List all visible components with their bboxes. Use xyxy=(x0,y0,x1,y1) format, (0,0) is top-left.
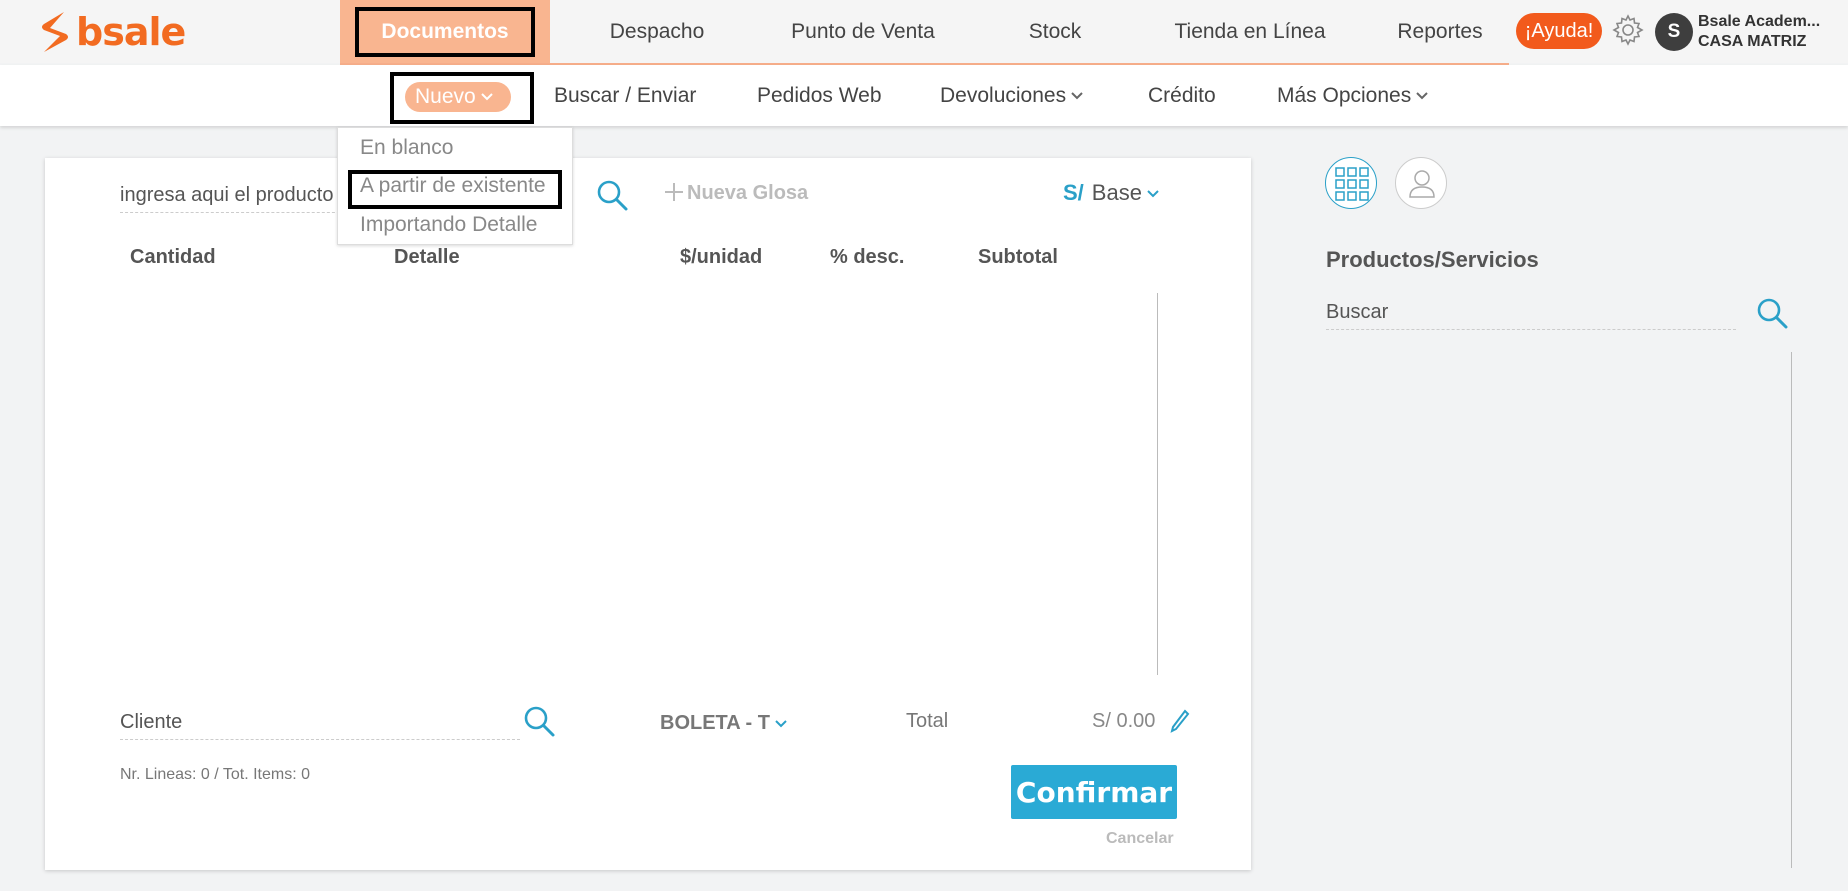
menu-item-a-partir-de-existente[interactable]: A partir de existente xyxy=(360,174,546,198)
chevron-down-icon xyxy=(1071,92,1083,100)
brand-logo[interactable]: bsale xyxy=(38,10,186,54)
search-icon[interactable] xyxy=(522,704,556,738)
avatar[interactable]: S xyxy=(1655,13,1693,51)
grid-view-button[interactable] xyxy=(1325,157,1377,209)
sub-nav-buscar-enviar[interactable]: Buscar / Enviar xyxy=(554,65,696,126)
new-glosa-button[interactable]: Nueva Glosa xyxy=(663,178,808,208)
main-nav: Documentos Despacho Punto de Venta Stock… xyxy=(340,0,1509,65)
sub-nav-mas-opciones[interactable]: Más Opciones xyxy=(1277,65,1429,126)
lines-info: Nr. Lineas: 0 / Tot. Items: 0 xyxy=(120,766,311,783)
product-search-input[interactable] xyxy=(120,179,345,213)
sub-nav: Nuevo Buscar / Enviar Pedidos Web Devolu… xyxy=(0,65,1848,126)
sub-nav-nuevo-label: Nuevo xyxy=(415,85,476,108)
price-list-label: Base xyxy=(1091,180,1142,205)
chevron-down-icon xyxy=(480,93,493,101)
sub-nav-mas-opciones-label: Más Opciones xyxy=(1277,84,1412,107)
products-services-title: Productos/Servicios xyxy=(1326,247,1539,272)
client-search-input[interactable] xyxy=(120,706,520,740)
document-panel: Nueva Glosa S/Base Cantidad Detalle $/un… xyxy=(45,158,1251,870)
sub-nav-devoluciones-label: Devoluciones xyxy=(940,84,1067,107)
chevron-down-icon xyxy=(1416,92,1428,100)
column-header-subtotal: Subtotal xyxy=(978,246,1058,268)
top-bar: bsale Documentos Despacho Punto de Venta… xyxy=(0,0,1848,65)
sub-nav-nuevo[interactable]: Nuevo xyxy=(390,72,534,124)
menu-item-importando-detalle[interactable]: Importando Detalle xyxy=(360,213,537,237)
brand-name: bsale xyxy=(76,10,186,54)
sub-nav-credito[interactable]: Crédito xyxy=(1148,65,1216,126)
help-button[interactable]: ¡Ayuda! xyxy=(1516,13,1602,49)
document-type-selector[interactable]: BOLETA - T xyxy=(660,712,788,735)
search-icon[interactable] xyxy=(595,178,629,212)
column-header-descuento: % desc. xyxy=(830,246,905,268)
cancel-link[interactable]: Cancelar xyxy=(1106,830,1174,848)
nuevo-pill[interactable]: Nuevo xyxy=(405,82,511,112)
branch-name: CASA MATRIZ xyxy=(1698,33,1807,50)
column-header-cantidad: Cantidad xyxy=(130,246,216,268)
main-nav-despacho[interactable]: Despacho xyxy=(562,0,752,63)
user-icon xyxy=(1409,170,1435,198)
account-name: Bsale Academ... xyxy=(1698,13,1821,30)
main-nav-tienda-en-linea[interactable]: Tienda en Línea xyxy=(1130,0,1370,63)
main-nav-stock[interactable]: Stock xyxy=(990,0,1120,63)
sub-nav-pedidos-web[interactable]: Pedidos Web xyxy=(757,65,882,126)
chevron-down-icon xyxy=(775,720,787,728)
document-type-label: BOLETA - T xyxy=(660,712,770,734)
pencil-icon[interactable] xyxy=(1169,708,1191,734)
main-nav-documentos[interactable]: Documentos xyxy=(340,0,550,63)
main-nav-documentos-label: Documentos xyxy=(355,7,535,57)
nuevo-dropdown-menu: En blanco A partir de existente Importan… xyxy=(337,127,573,245)
total-value: S/ 0.00 xyxy=(1092,710,1156,732)
client-view-button[interactable] xyxy=(1395,157,1447,209)
gear-icon[interactable] xyxy=(1611,13,1645,47)
currency-symbol: S/ xyxy=(1063,180,1084,205)
sub-nav-devoluciones[interactable]: Devoluciones xyxy=(940,65,1084,126)
grid-icon xyxy=(1335,167,1369,201)
total-label: Total xyxy=(906,710,949,732)
column-header-detalle: Detalle xyxy=(394,246,460,268)
plus-icon xyxy=(665,183,683,201)
price-list-selector[interactable]: S/Base xyxy=(1063,178,1160,208)
menu-item-en-blanco[interactable]: En blanco xyxy=(360,136,453,160)
account-info[interactable]: Bsale Academ... CASA MATRIZ xyxy=(1698,12,1848,52)
scrollbar-track[interactable] xyxy=(1791,352,1792,868)
new-glosa-label: Nueva Glosa xyxy=(687,182,809,204)
chevron-down-icon xyxy=(1147,190,1159,198)
column-header-precio-unidad: $/unidad xyxy=(680,246,763,268)
scrollbar-track[interactable] xyxy=(1157,293,1158,675)
search-icon[interactable] xyxy=(1755,296,1789,330)
main-nav-reportes[interactable]: Reportes xyxy=(1370,0,1510,63)
main-nav-punto-de-venta[interactable]: Punto de Venta xyxy=(758,0,968,63)
confirm-button[interactable]: Confirmar xyxy=(1011,765,1177,819)
product-catalog-search-input[interactable] xyxy=(1326,296,1736,330)
bsale-logo-icon xyxy=(42,12,68,52)
